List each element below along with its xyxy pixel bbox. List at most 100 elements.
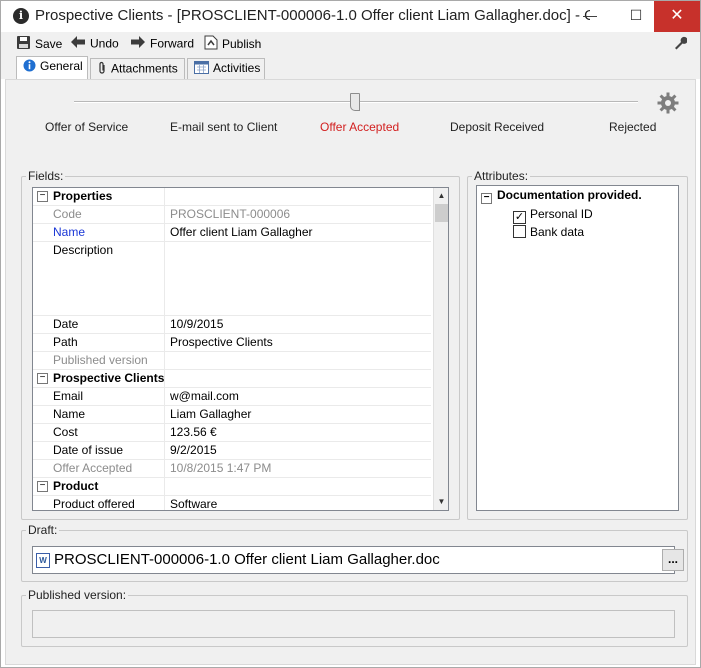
tab-activities[interactable]: Activities [187,58,265,79]
checkbox-personal-id[interactable]: ✓ [513,211,526,224]
property-value[interactable]: 10/9/2015 [170,316,431,333]
publish-document-icon [204,35,218,53]
grid-property-row[interactable]: Name Liam Gallagher [33,406,431,424]
tab-activities-label: Activities [213,61,261,76]
property-value[interactable]: Prospective Clients [170,334,431,351]
arrow-right-icon [130,35,146,52]
property-name: Cost [33,424,165,441]
grid-property-row[interactable]: Product offered Software [33,496,431,510]
stage-email-sent[interactable]: E-mail sent to Client [170,120,277,134]
property-value[interactable]: Liam Gallagher [170,406,431,423]
publish-button[interactable]: Publish [204,35,261,53]
category-label: Product [33,478,165,495]
maximize-button[interactable]: ☐ [613,1,659,32]
property-name: Name [33,406,165,423]
property-value[interactable]: 10/8/2015 1:47 PM [170,460,431,477]
property-name: Date [33,316,165,333]
tab-attachments[interactable]: Attachments [90,58,185,79]
grid-property-row[interactable]: Path Prospective Clients [33,334,431,352]
property-value[interactable]: 123.56 € [170,424,431,441]
property-value[interactable]: PROSCLIENT-000006 [170,206,431,223]
scroll-up-arrow-icon[interactable]: ▲ [435,189,448,203]
grid-property-row[interactable]: Description [33,242,431,316]
draft-legend: Draft: [26,523,60,537]
undo-button[interactable]: Undo [70,35,119,53]
forward-button[interactable]: Forward [130,35,194,53]
attribute-label: Bank data [530,225,585,239]
property-value [170,370,431,387]
grid-property-row[interactable]: Offer Accepted 10/8/2015 1:47 PM [33,460,431,478]
title-bar: i Prospective Clients - [PROSCLIENT-0000… [1,1,700,32]
scroll-down-arrow-icon[interactable]: ▼ [435,495,448,509]
property-name: Name [33,224,165,241]
save-button[interactable]: Save [16,35,62,53]
attribute-personal-id[interactable]: ✓ Personal ID [513,207,593,224]
save-label: Save [35,37,63,51]
property-name: Code [33,206,165,223]
tree-root-label: Documentation provided. [497,188,642,202]
collapse-icon[interactable]: − [481,193,492,204]
stage-offer-accepted[interactable]: Offer Accepted [320,120,399,134]
grid-category-row[interactable]: − Product [33,478,431,496]
wrench-icon[interactable] [673,36,688,53]
minimize-button[interactable]: — [567,1,613,32]
tab-general-label: General [40,59,83,74]
property-name: Product offered [33,496,165,510]
category-label: Prospective Clients [33,370,165,387]
stage-offer-of-service[interactable]: Offer of Service [45,120,128,134]
property-value [170,478,431,495]
property-value [170,188,431,205]
property-name: Published version [33,352,165,369]
property-value[interactable] [170,242,431,315]
scroll-thumb[interactable] [435,204,448,222]
forward-label: Forward [150,36,195,51]
tab-general[interactable]: General [16,56,88,79]
property-value[interactable] [170,352,431,369]
grid-property-row[interactable]: Published version [33,352,431,370]
grid-property-row[interactable]: Cost 123.56 € [33,424,431,442]
property-name: Email [33,388,165,405]
property-value[interactable]: Software [170,496,431,510]
browse-button[interactable]: ... [662,549,684,571]
grid-property-row[interactable]: Email w@mail.com [33,388,431,406]
window-title: Prospective Clients - [PROSCLIENT-000006… [35,7,590,24]
grid-property-row[interactable]: Date of issue 9/2/2015 [33,442,431,460]
grid-scrollbar[interactable]: ▲ ▼ [433,188,448,510]
fields-group: Fields: − Properties Code PROSCLIENT-000006… [21,169,460,520]
property-name: Description [33,242,165,315]
tab-attachments-label: Attachments [111,61,178,76]
grid-property-row[interactable]: Name Offer client Liam Gallagher [33,224,431,242]
floppy-disk-icon [16,35,31,53]
property-value[interactable]: w@mail.com [170,388,431,405]
grid-property-row[interactable]: Date 10/9/2015 [33,316,431,334]
calendar-icon [194,61,209,77]
close-button[interactable]: ✕ [654,1,700,32]
property-name: Path [33,334,165,351]
grid-category-row[interactable]: − Prospective Clients [33,370,431,388]
draft-file-field[interactable]: W PROSCLIENT-000006-1.0 Offer client Lia… [32,546,684,574]
published-version-legend: Published version: [26,588,129,602]
property-grid[interactable]: − Properties Code PROSCLIENT-000006 Name Offe… [32,187,449,511]
stage-slider-thumb[interactable] [350,93,360,111]
attribute-bank-data[interactable]: Bank data [513,225,584,239]
attributes-tree: − Documentation provided. ✓ Personal ID Ba… [476,185,679,511]
tab-strip: General Attachments Activities [1,56,700,79]
property-name: Date of issue [33,442,165,459]
property-value[interactable]: 9/2/2015 [170,442,431,459]
stage-rejected[interactable]: Rejected [609,120,656,134]
grid-property-row[interactable]: Code PROSCLIENT-000006 [33,206,431,224]
published-version-field[interactable] [32,610,675,638]
toolbar: Save Undo Forward Publish [1,32,700,56]
gear-icon[interactable] [657,92,679,120]
grid-category-row[interactable]: − Properties [33,188,431,206]
publish-label: Publish [222,37,262,51]
published-version-group: Published version: [21,588,688,647]
property-value[interactable]: Offer client Liam Gallagher [170,224,431,241]
fields-legend: Fields: [26,169,66,183]
stage-deposit-received[interactable]: Deposit Received [450,120,544,134]
category-label: Properties [33,188,165,205]
checkbox-bank-data[interactable] [513,225,526,238]
draft-group: Draft: W PROSCLIENT-000006-1.0 Offer cli… [21,523,688,582]
tree-root-node[interactable]: − Documentation provided. [481,188,642,204]
general-panel: Offer of Service E-mail sent to Client O… [5,79,696,665]
